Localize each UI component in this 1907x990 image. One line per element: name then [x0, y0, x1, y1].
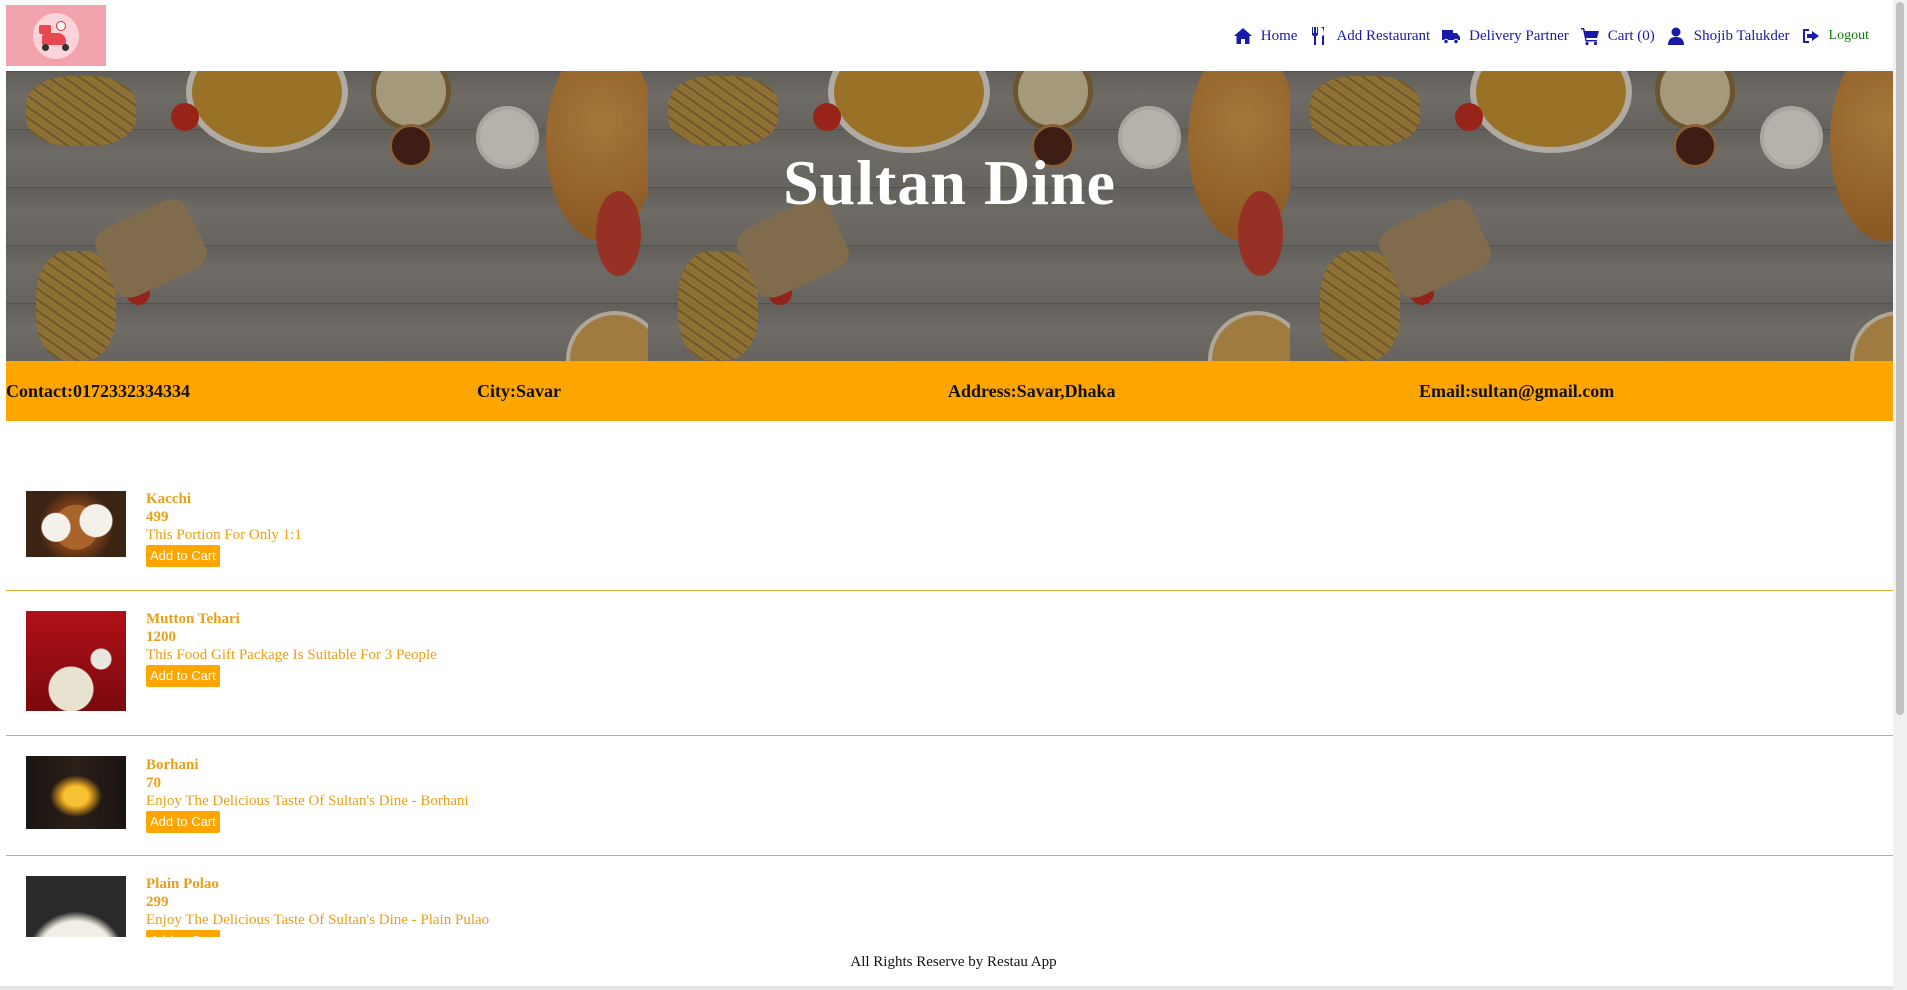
nav-home-label: Home — [1260, 27, 1298, 44]
add-to-cart-button[interactable]: Add to Cart — [146, 545, 220, 567]
nav-user-link[interactable]: Shojib Talukder — [1666, 26, 1790, 46]
menu-item-description: Enjoy The Delicious Taste Of Sultan's Di… — [146, 793, 469, 809]
menu-list[interactable]: Kacchi 499 This Portion For Only 1:1 Add… — [6, 470, 1893, 937]
add-to-cart-button[interactable]: Add to Cart — [146, 665, 220, 687]
utensils-icon — [1308, 26, 1328, 46]
app-logo[interactable] — [6, 5, 106, 66]
footer-text: All Rights Reserve by Restau App — [850, 954, 1057, 970]
restaurant-title: Sultan Dine — [783, 147, 1116, 218]
nav-delivery-partner-link[interactable]: Delivery Partner — [1441, 26, 1569, 46]
menu-item-description: Enjoy The Delicious Taste Of Sultan's Di… — [146, 912, 490, 928]
menu-item-price: 299 — [146, 894, 169, 910]
menu-item-details: Borhani 70 Enjoy The Delicious Taste Of … — [146, 756, 469, 833]
footer: All Rights Reserve by Restau App — [0, 937, 1907, 987]
add-to-cart-button[interactable]: Add to Cart — [146, 811, 220, 833]
navbar: Home Add Restaurant Delivery Partner Car… — [0, 0, 1893, 71]
nav-cart-label: Cart (0) — [1607, 27, 1655, 44]
menu-item: Borhani 70 Enjoy The Delicious Taste Of … — [6, 736, 1893, 856]
address-info: Address:Savar,Dhaka — [948, 380, 1116, 401]
footer-divider — [0, 986, 1907, 990]
page: Home Add Restaurant Delivery Partner Car… — [0, 0, 1907, 990]
menu-item-details: Kacchi 499 This Portion For Only 1:1 Add… — [146, 490, 302, 567]
menu-item-price: 499 — [146, 509, 169, 525]
menu-item-name: Plain Polao — [146, 876, 219, 892]
nav-home-link[interactable]: Home — [1233, 26, 1298, 46]
nav-logout-link[interactable]: Logout — [1801, 26, 1869, 46]
cart-icon — [1580, 26, 1600, 46]
user-icon — [1666, 26, 1686, 46]
nav-cart-link[interactable]: Cart (0) — [1580, 26, 1655, 46]
logout-icon — [1801, 26, 1821, 46]
email-info: Email:sultan@gmail.com — [1419, 380, 1615, 401]
nav-add-restaurant-link[interactable]: Add Restaurant — [1308, 26, 1430, 46]
contact-info: Contact:0172332334334 — [6, 380, 190, 401]
home-icon — [1233, 26, 1253, 46]
menu-item-name: Borhani — [146, 757, 199, 773]
nav-add-restaurant-label: Add Restaurant — [1336, 27, 1431, 44]
menu-item-image — [26, 491, 126, 557]
truck-icon — [1441, 26, 1461, 46]
menu-item-price: 70 — [146, 775, 161, 791]
menu-item-image — [26, 876, 126, 937]
nav-links: Home Add Restaurant Delivery Partner Car… — [1222, 26, 1869, 46]
nav-delivery-partner-label: Delivery Partner — [1469, 27, 1569, 44]
menu-item-details: Plain Polao 299 Enjoy The Delicious Tast… — [146, 875, 489, 937]
menu-item-name: Mutton Tehari — [146, 611, 240, 627]
page-scrollbar[interactable] — [1893, 0, 1907, 990]
restaurant-info-bar: Contact:0172332334334 City:Savar Address… — [6, 361, 1893, 421]
add-to-cart-button[interactable]: Add to Cart — [146, 930, 220, 937]
menu-item-image — [26, 756, 126, 829]
nav-user-label: Shojib Talukder — [1693, 27, 1790, 44]
menu-item-image — [26, 611, 126, 711]
menu-item-name: Kacchi — [146, 491, 191, 507]
delivery-scooter-logo-icon — [33, 12, 79, 59]
menu-item-description: This Food Gift Package Is Suitable For 3… — [146, 647, 437, 663]
nav-logout-label: Logout — [1828, 28, 1869, 43]
menu-item: Plain Polao 299 Enjoy The Delicious Tast… — [6, 856, 1893, 937]
menu-item-details: Mutton Tehari 1200 This Food Gift Packag… — [146, 610, 437, 687]
menu-item: Mutton Tehari 1200 This Food Gift Packag… — [6, 591, 1893, 736]
restaurant-banner: Sultan Dine — [6, 71, 1893, 361]
menu-item-description: This Portion For Only 1:1 — [146, 527, 302, 543]
menu-item-price: 1200 — [146, 629, 176, 645]
menu-item: Kacchi 499 This Portion For Only 1:1 Add… — [6, 470, 1893, 591]
scrollbar-thumb[interactable] — [1896, 2, 1904, 715]
city-info: City:Savar — [477, 380, 561, 401]
